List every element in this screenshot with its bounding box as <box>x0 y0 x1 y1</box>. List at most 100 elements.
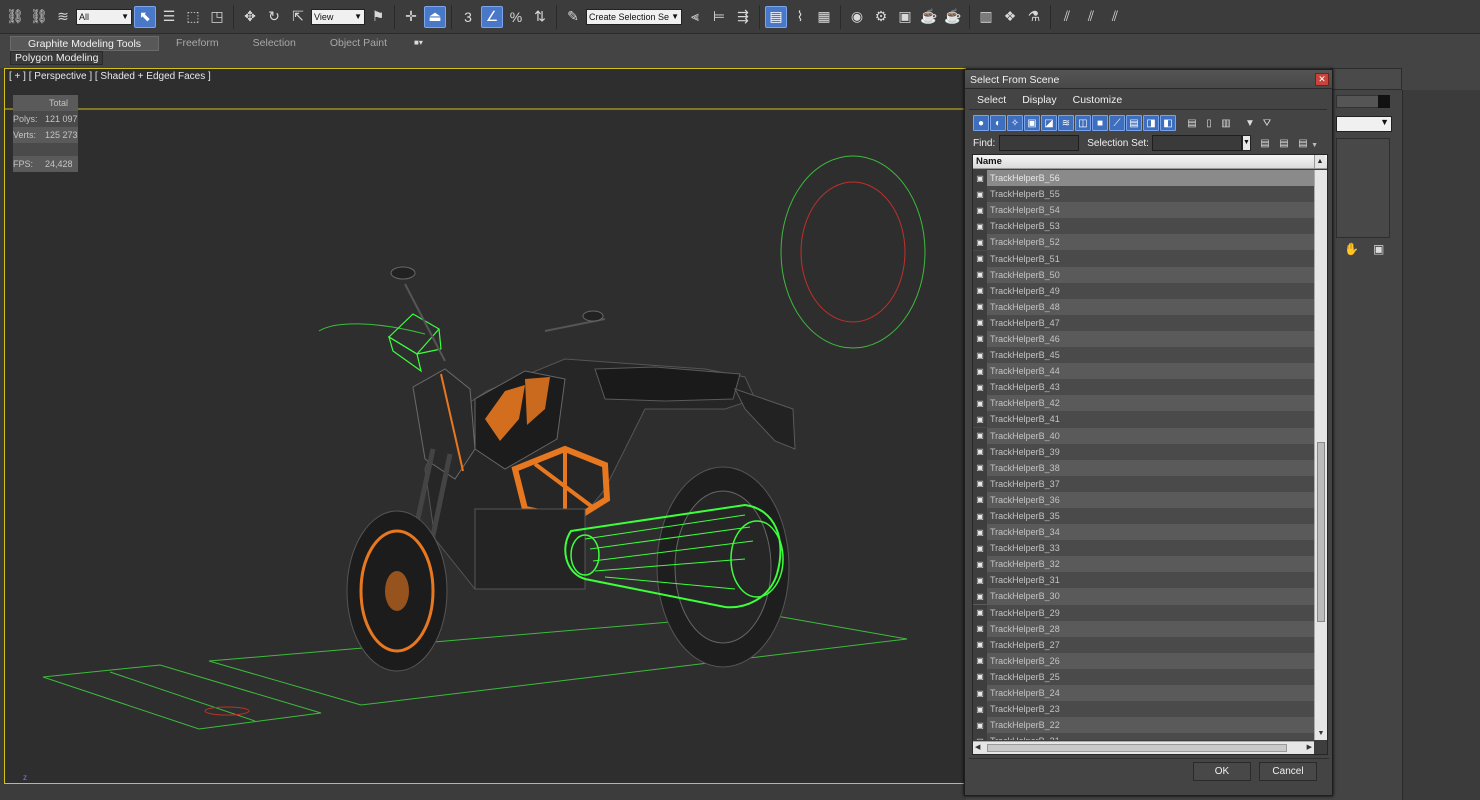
skin-tool-icon[interactable]: ⫽ <box>1080 6 1102 28</box>
rig-tool-icon[interactable]: ⫽ <box>1104 6 1126 28</box>
modifier-stack[interactable] <box>1336 138 1390 238</box>
display-helpers-icon[interactable]: ◪ <box>1041 115 1057 131</box>
group-tools-icon[interactable]: ❖ <box>999 6 1021 28</box>
ok-button[interactable]: OK <box>1193 762 1251 781</box>
material-editor-icon[interactable]: ◉ <box>846 6 868 28</box>
select-by-name-icon[interactable]: ☰ <box>158 6 180 28</box>
sort-ascending-icon[interactable]: ▲ <box>1314 155 1325 168</box>
spinner-snap-icon[interactable]: ⇅ <box>529 6 551 28</box>
list-item[interactable]: ▣ TrackHelperB_41 <box>973 411 1314 428</box>
cancel-button[interactable]: Cancel <box>1259 762 1317 781</box>
list-item[interactable]: ▣ TrackHelperB_50 <box>973 266 1314 283</box>
modifier-list-dropdown[interactable]: ▼ <box>1336 116 1392 132</box>
add-to-set-icon[interactable]: ▤ <box>1257 135 1273 151</box>
list-item[interactable]: ▣ TrackHelperB_30 <box>973 588 1314 605</box>
window-crossing-icon[interactable]: ◳ <box>206 6 228 28</box>
select-and-rotate-icon[interactable]: ↻ <box>263 6 285 28</box>
display-frozen-icon[interactable]: ◨ <box>1143 115 1159 131</box>
scene-explorer-icon[interactable]: ▤ <box>765 5 787 28</box>
percent-snap-icon[interactable]: % <box>505 6 527 28</box>
list-item[interactable]: ▣ TrackHelperB_39 <box>973 443 1314 460</box>
list-item[interactable]: ▣ TrackHelperB_54 <box>973 202 1314 219</box>
pin-stack-icon[interactable]: ✋ <box>1344 242 1359 256</box>
display-invert-icon[interactable]: ▥ <box>1218 115 1234 131</box>
list-item[interactable]: ▣ TrackHelperB_22 <box>973 717 1314 734</box>
render-production-icon[interactable]: ☕ <box>918 6 940 28</box>
horizontal-scrollbar[interactable]: ◀ ▶ <box>973 741 1314 754</box>
vertical-scrollbar[interactable]: ▼ <box>1314 170 1327 740</box>
rectangular-selection-icon[interactable]: ⬚ <box>182 6 204 28</box>
display-cameras-icon[interactable]: ▣ <box>1024 115 1040 131</box>
configure-modifier-sets-icon[interactable]: ▣ <box>1373 242 1384 256</box>
list-item[interactable]: ▣ TrackHelperB_31 <box>973 572 1314 589</box>
keyboard-shortcut-override-icon[interactable]: ⏏ <box>424 5 446 28</box>
list-item[interactable]: ▣ TrackHelperB_28 <box>973 620 1314 637</box>
list-item[interactable]: ▣ TrackHelperB_27 <box>973 636 1314 653</box>
column-header-name[interactable]: Name ▲ <box>973 155 1327 169</box>
list-item[interactable]: ▣ TrackHelperB_56 <box>973 170 1314 187</box>
selection-set-field[interactable] <box>1151 135 1242 151</box>
list-item[interactable]: ▣ TrackHelperB_36 <box>973 491 1314 508</box>
bone-tool-icon[interactable]: ⫽ <box>1056 6 1078 28</box>
menu-select[interactable]: Select <box>969 94 1014 106</box>
named-selection-dropdown[interactable]: Create Selection Se ▼ <box>586 8 682 25</box>
list-item[interactable]: ▣ TrackHelperB_29 <box>973 604 1314 621</box>
selection-filter-dropdown[interactable]: All ▼ <box>76 8 132 25</box>
select-and-manipulate-icon[interactable]: ✛ <box>400 6 422 28</box>
helper-tools-icon[interactable]: ⚗ <box>1023 6 1045 28</box>
list-item[interactable]: ▣ TrackHelperB_33 <box>973 540 1314 557</box>
scroll-left-icon[interactable]: ◀ <box>975 743 980 751</box>
display-xrefs-icon[interactable]: ■ <box>1092 115 1108 131</box>
bind-to-space-warp-icon[interactable]: ≋ <box>52 6 74 28</box>
list-item[interactable]: ▣ TrackHelperB_48 <box>973 298 1314 315</box>
filter-icon[interactable]: ▼ <box>1242 115 1258 131</box>
schematic-view-icon[interactable]: ▦ <box>813 6 835 28</box>
find-input[interactable] <box>999 135 1080 151</box>
tab-object-paint[interactable]: Object Paint <box>313 36 404 51</box>
menu-customize[interactable]: Customize <box>1065 94 1131 106</box>
display-bones-icon[interactable]: ⟋ <box>1109 115 1125 131</box>
display-hidden-icon[interactable]: ◧ <box>1160 115 1176 131</box>
list-item[interactable]: ▣ TrackHelperB_40 <box>973 427 1314 444</box>
close-icon[interactable]: ✕ <box>1315 73 1329 86</box>
pivot-point-center-icon[interactable]: ⚑ <box>367 6 389 28</box>
list-item[interactable]: ▣ TrackHelperB_51 <box>973 250 1314 267</box>
quick-align-icon[interactable]: ⇶ <box>732 6 754 28</box>
list-item[interactable]: ▣ TrackHelperB_26 <box>973 652 1314 669</box>
list-item[interactable]: ▣ TrackHelperB_42 <box>973 395 1314 412</box>
tab-graphite-modeling-tools[interactable]: Graphite Modeling Tools <box>10 36 160 51</box>
tab-selection[interactable]: Selection <box>236 36 313 51</box>
layer-manager-icon[interactable]: ▥ <box>975 6 997 28</box>
edit-named-selection-icon[interactable]: ✎ <box>562 6 584 28</box>
horizontal-scrollbar-thumb[interactable] <box>987 744 1287 752</box>
list-item[interactable]: ▣ TrackHelperB_52 <box>973 234 1314 251</box>
list-item[interactable]: ▣ TrackHelperB_37 <box>973 475 1314 492</box>
dialog-title-bar[interactable]: Select From Scene ✕ <box>965 70 1332 89</box>
display-all-icon[interactable]: ▤ <box>1184 115 1200 131</box>
unlink-selection-icon[interactable]: ⛓ <box>28 6 50 28</box>
list-item[interactable]: ▣ TrackHelperB_25 <box>973 668 1314 685</box>
object-name-field[interactable] <box>1336 95 1380 108</box>
list-item[interactable]: ▣ TrackHelperB_24 <box>973 685 1314 702</box>
select-and-link-icon[interactable]: ⛓ <box>4 6 26 28</box>
chevron-down-icon[interactable]: ▼ <box>1241 135 1251 151</box>
select-object-icon[interactable]: ⬉ <box>134 5 156 28</box>
list-item[interactable]: ▣ TrackHelperB_32 <box>973 556 1314 573</box>
scrollbar-thumb[interactable] <box>1317 442 1325 622</box>
reference-coordinate-dropdown[interactable]: View ▼ <box>311 8 365 25</box>
render-iterative-icon[interactable]: ☕ <box>942 6 964 28</box>
select-and-move-icon[interactable]: ✥ <box>239 6 261 28</box>
scroll-down-icon[interactable]: ▼ <box>1315 728 1327 740</box>
list-item[interactable]: ▣ TrackHelperB_44 <box>973 363 1314 380</box>
filter-options-icon[interactable]: ⛛ <box>1259 115 1275 131</box>
list-item[interactable]: ▣ TrackHelperB_34 <box>973 524 1314 541</box>
ribbon-options-icon[interactable]: ■▾ <box>404 36 433 51</box>
select-set-icon[interactable]: ▤ <box>1295 135 1311 151</box>
list-item[interactable]: ▣ TrackHelperB_23 <box>973 701 1314 718</box>
curve-editor-icon[interactable]: ⌇ <box>789 6 811 28</box>
perspective-viewport[interactable]: [ + ] [ Perspective ] [ Shaded + Edged F… <box>4 68 966 784</box>
command-panel-tabs[interactable] <box>1330 68 1402 90</box>
rendered-frame-window-icon[interactable]: ▣ <box>894 6 916 28</box>
list-item[interactable]: ▣ TrackHelperB_47 <box>973 314 1314 331</box>
display-space-warps-icon[interactable]: ≋ <box>1058 115 1074 131</box>
